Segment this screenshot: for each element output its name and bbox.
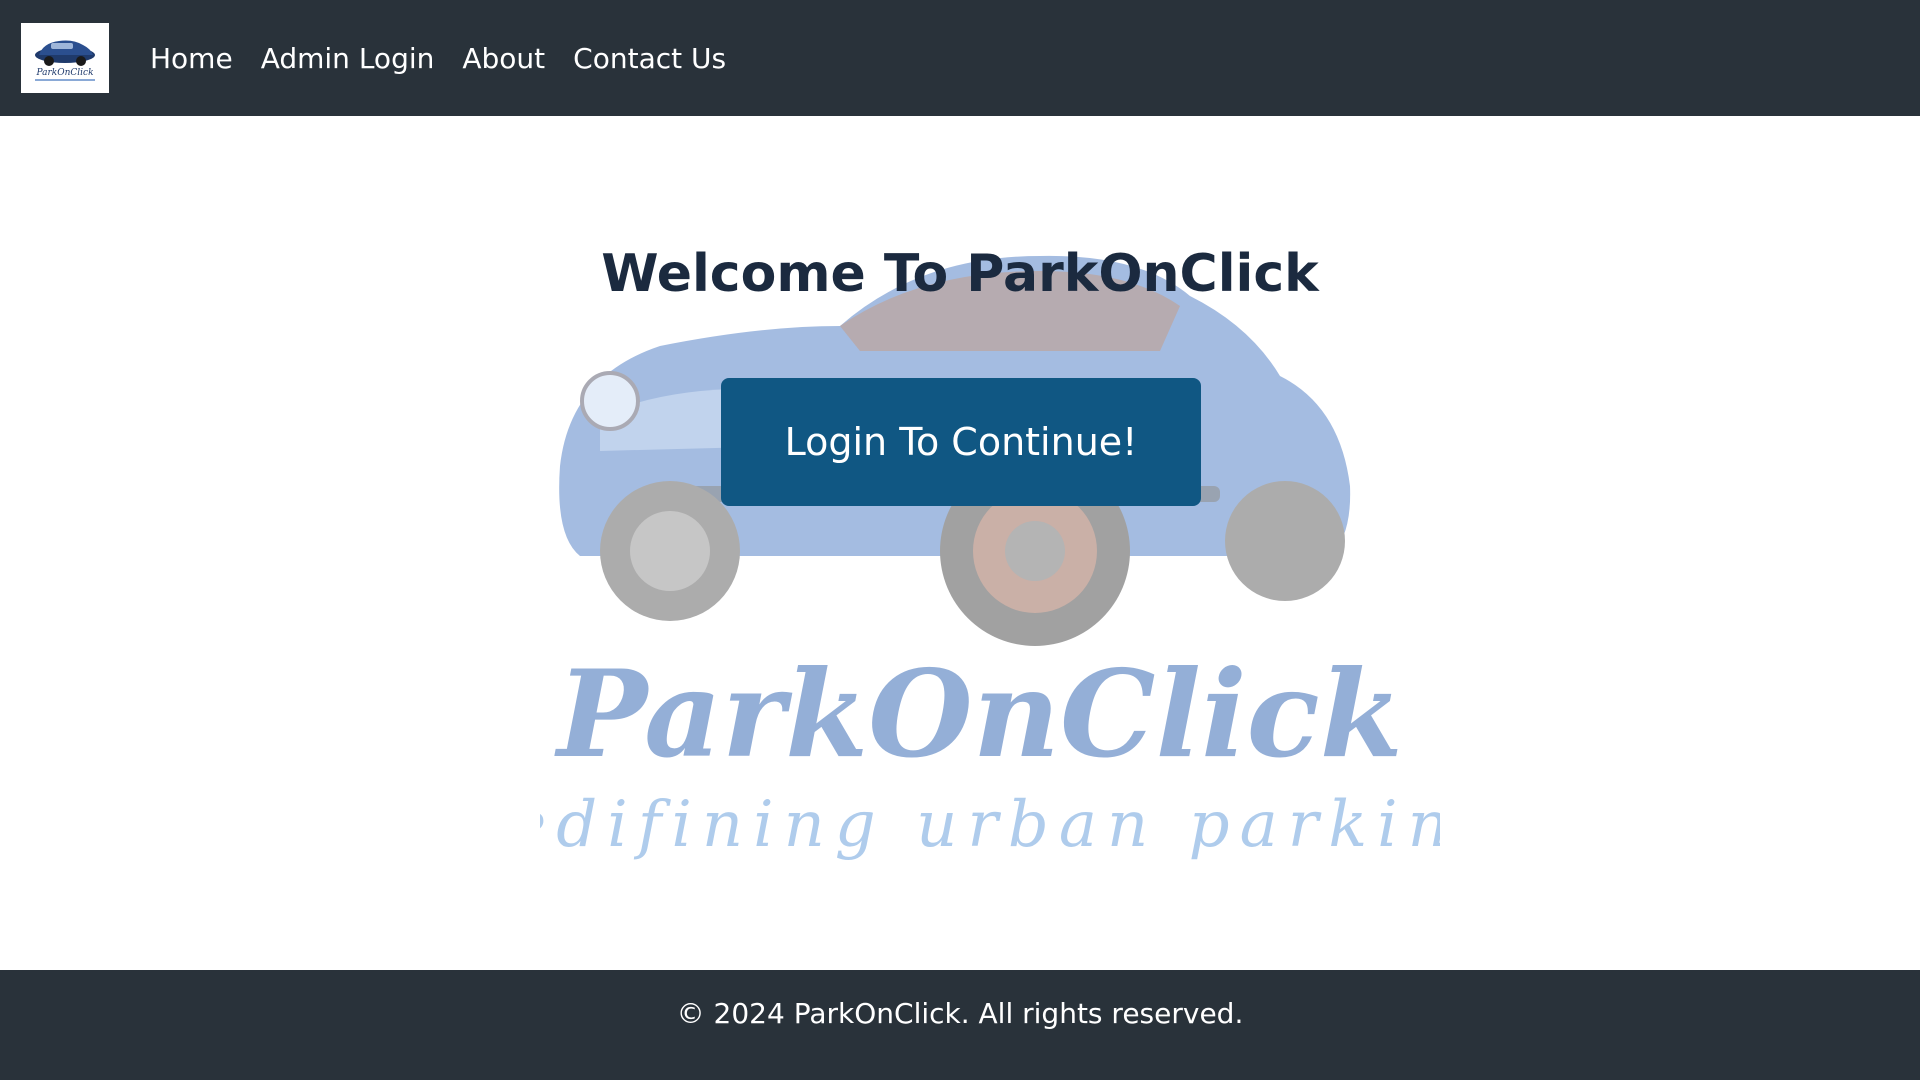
svg-text:ParkOnClick: ParkOnClick bbox=[35, 68, 93, 78]
copyright-text: © 2024 ParkOnClick. All rights reserved. bbox=[676, 996, 1244, 1030]
main-nav: Home Admin Login About Contact Us bbox=[150, 0, 754, 116]
nav-link-home[interactable]: Home bbox=[150, 42, 233, 75]
nav-link-admin-login[interactable]: Admin Login bbox=[261, 42, 435, 75]
watermark-tagline-text: Redifining urban parking bbox=[540, 788, 1440, 862]
watermark-brand-text: ParkOnClick bbox=[554, 644, 1403, 785]
login-button[interactable]: Login To Continue! bbox=[721, 378, 1201, 506]
car-logo-icon: ParkOnClick bbox=[35, 40, 95, 81]
car-watermark-icon: ParkOnClick Redifining urban parking bbox=[540, 255, 1440, 862]
site-logo[interactable]: ParkOnClick bbox=[21, 23, 109, 93]
page-footer: © 2024 ParkOnClick. All rights reserved. bbox=[0, 970, 1920, 1080]
top-navbar: ParkOnClick Home Admin Login About Conta… bbox=[0, 0, 1920, 116]
nav-link-about[interactable]: About bbox=[462, 42, 545, 75]
hero-section: ParkOnClick Redifining urban parking Wel… bbox=[0, 116, 1920, 970]
page-title: Welcome To ParkOnClick bbox=[601, 244, 1319, 304]
nav-link-contact-us[interactable]: Contact Us bbox=[573, 42, 726, 75]
